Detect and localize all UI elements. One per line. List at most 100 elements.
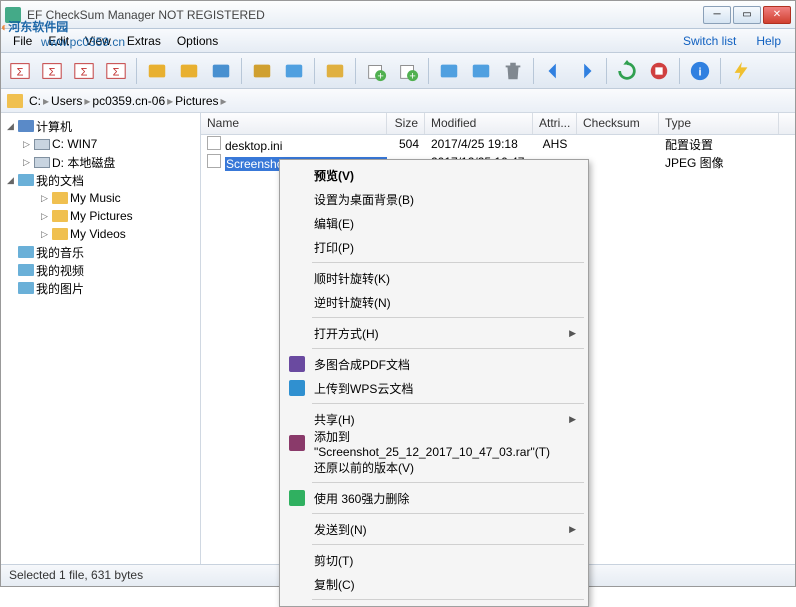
menu-options[interactable]: Options [169, 32, 226, 50]
toolbar-folder-open[interactable] [174, 56, 204, 86]
toolbar-desktop[interactable] [206, 56, 236, 86]
context-menu-item[interactable]: 预览(V) [282, 163, 586, 187]
menu-separator [312, 513, 584, 514]
column-modified[interactable]: Modified [425, 113, 533, 134]
svg-text:i: i [698, 66, 701, 78]
menu-switch-list[interactable]: Switch list [673, 32, 746, 50]
column-name[interactable]: Name [201, 113, 387, 134]
360-icon [288, 489, 306, 507]
column-checksum[interactable]: Checksum [577, 113, 659, 134]
context-menu-item[interactable]: 复制(C) [282, 572, 586, 596]
tree-item[interactable]: ▷ My Videos [3, 225, 198, 243]
context-menu-item[interactable]: 设置为桌面背景(B) [282, 187, 586, 211]
context-menu-item[interactable]: 打开方式(H)▶ [282, 321, 586, 345]
context-menu-item[interactable]: 添加到 "Screenshot_25_12_2017_10_47_03.rar"… [282, 431, 586, 455]
toolbar-sigma2[interactable]: Σ [37, 56, 67, 86]
menu-extras[interactable]: Extras [119, 32, 169, 50]
context-menu-item[interactable]: 剪切(T) [282, 548, 586, 572]
menu-file[interactable]: File [5, 32, 40, 50]
tree-item[interactable]: ◢ 计算机 [3, 117, 198, 135]
expand-icon[interactable]: ▷ [21, 157, 32, 168]
context-menu-item[interactable]: 多图合成PDF文档 [282, 352, 586, 376]
context-menu-item[interactable]: 逆时针旋转(N) [282, 290, 586, 314]
column-type[interactable]: Type [659, 113, 779, 134]
file-icon [207, 136, 221, 150]
folder-icon [52, 192, 68, 204]
breadcrumb-segment[interactable]: Users [49, 94, 84, 108]
svg-text:Σ: Σ [113, 66, 120, 78]
context-menu-item[interactable]: 发送到(N)▶ [282, 517, 586, 541]
breadcrumb-segment[interactable]: C: [27, 94, 43, 108]
toolbar-back[interactable] [539, 56, 569, 86]
tree-label: 我的音乐 [36, 244, 84, 261]
context-menu-item[interactable]: 顺时针旋转(K) [282, 266, 586, 290]
toolbar-info[interactable]: i [685, 56, 715, 86]
collapse-icon[interactable]: ◢ [5, 121, 16, 132]
toolbar-new-folder[interactable]: + [393, 56, 423, 86]
menu-item-label: 设置为桌面背景(B) [314, 191, 414, 208]
tree-label: C: WIN7 [52, 137, 97, 151]
column-size[interactable]: Size [387, 113, 425, 134]
toolbar-prefs[interactable] [247, 56, 277, 86]
menu-edit[interactable]: Edit [40, 32, 77, 50]
folder-video-icon [18, 264, 34, 276]
toolbar-forward[interactable] [571, 56, 601, 86]
toolbar-refresh[interactable] [612, 56, 642, 86]
tree-item[interactable]: 我的视频 [3, 261, 198, 279]
toolbar-bolt[interactable] [726, 56, 756, 86]
table-row[interactable]: desktop.ini5042017/4/25 19:18AHS配置设置 [201, 135, 795, 153]
tree-label: 计算机 [36, 118, 72, 135]
toolbar-move[interactable] [466, 56, 496, 86]
menu-item-label: 预览(V) [314, 167, 354, 184]
menu-view[interactable]: View [77, 32, 119, 50]
file-icon [207, 154, 221, 168]
context-menu-item[interactable]: 打印(P) [282, 235, 586, 259]
maximize-button[interactable]: ▭ [733, 6, 761, 24]
context-menu-item[interactable]: 上传到WPS云文档 [282, 376, 586, 400]
menu-item-label: 编辑(E) [314, 215, 354, 232]
collapse-icon[interactable]: ◢ [5, 175, 16, 186]
tree-item[interactable]: ▷ My Music [3, 189, 198, 207]
context-menu-item[interactable]: 编辑(E) [282, 211, 586, 235]
tree-item[interactable]: ▷ D: 本地磁盘 [3, 153, 198, 171]
expand-icon[interactable]: ▷ [21, 139, 32, 150]
toolbar-copy[interactable] [434, 56, 464, 86]
cell-type: 配置设置 [659, 136, 779, 153]
folder-tree[interactable]: ◢ 计算机▷ C: WIN7▷ D: 本地磁盘◢ 我的文档▷ My Music▷… [1, 113, 201, 564]
menu-help[interactable]: Help [746, 32, 791, 50]
tree-label: 我的文档 [36, 172, 84, 189]
toolbar-edit[interactable] [320, 56, 350, 86]
close-button[interactable]: ✕ [763, 6, 791, 24]
tree-item[interactable]: 我的图片 [3, 279, 198, 297]
column-attr[interactable]: Attri... [533, 113, 577, 134]
tree-item[interactable]: ◢ 我的文档 [3, 171, 198, 189]
toolbar-new-file[interactable]: + [361, 56, 391, 86]
expand-icon[interactable]: ▷ [39, 193, 50, 204]
tree-item[interactable]: ▷ My Pictures [3, 207, 198, 225]
cell-type: JPEG 图像 [659, 154, 779, 171]
toolbar-sigma3[interactable]: Σ [69, 56, 99, 86]
breadcrumb[interactable]: C:▸Users▸pc0359.cn-06▸Pictures▸ [1, 89, 795, 113]
toolbar-sigma4[interactable]: Σ [101, 56, 131, 86]
toolbar-trash[interactable] [498, 56, 528, 86]
chevron-right-icon: ▸ [221, 94, 227, 108]
column-headers[interactable]: NameSizeModifiedAttri...ChecksumType [201, 113, 795, 135]
computer-icon [18, 120, 34, 132]
breadcrumb-segment[interactable]: pc0359.cn-06 [90, 94, 167, 108]
context-menu-item[interactable]: 使用 360强力删除 [282, 486, 586, 510]
toolbar-sigma1[interactable]: Σ [5, 56, 35, 86]
toolbar-folder-up[interactable] [142, 56, 172, 86]
toolbar-stop[interactable] [644, 56, 674, 86]
tree-item[interactable]: ▷ C: WIN7 [3, 135, 198, 153]
toolbar-list[interactable] [279, 56, 309, 86]
breadcrumb-segment[interactable]: Pictures [173, 94, 220, 108]
expand-icon[interactable]: ▷ [39, 211, 50, 222]
context-menu[interactable]: 预览(V) 设置为桌面背景(B) 编辑(E) 打印(P) 顺时针旋转(K)逆时针旋转(N… [279, 159, 589, 607]
expand-icon[interactable]: ▷ [39, 229, 50, 240]
cell-attr: AHS [533, 137, 577, 151]
submenu-arrow-icon: ▶ [569, 328, 576, 339]
minimize-button[interactable]: ─ [703, 6, 731, 24]
context-menu-item[interactable]: 还原以前的版本(V) [282, 455, 586, 479]
tree-item[interactable]: 我的音乐 [3, 243, 198, 261]
folder-icon [52, 210, 68, 222]
